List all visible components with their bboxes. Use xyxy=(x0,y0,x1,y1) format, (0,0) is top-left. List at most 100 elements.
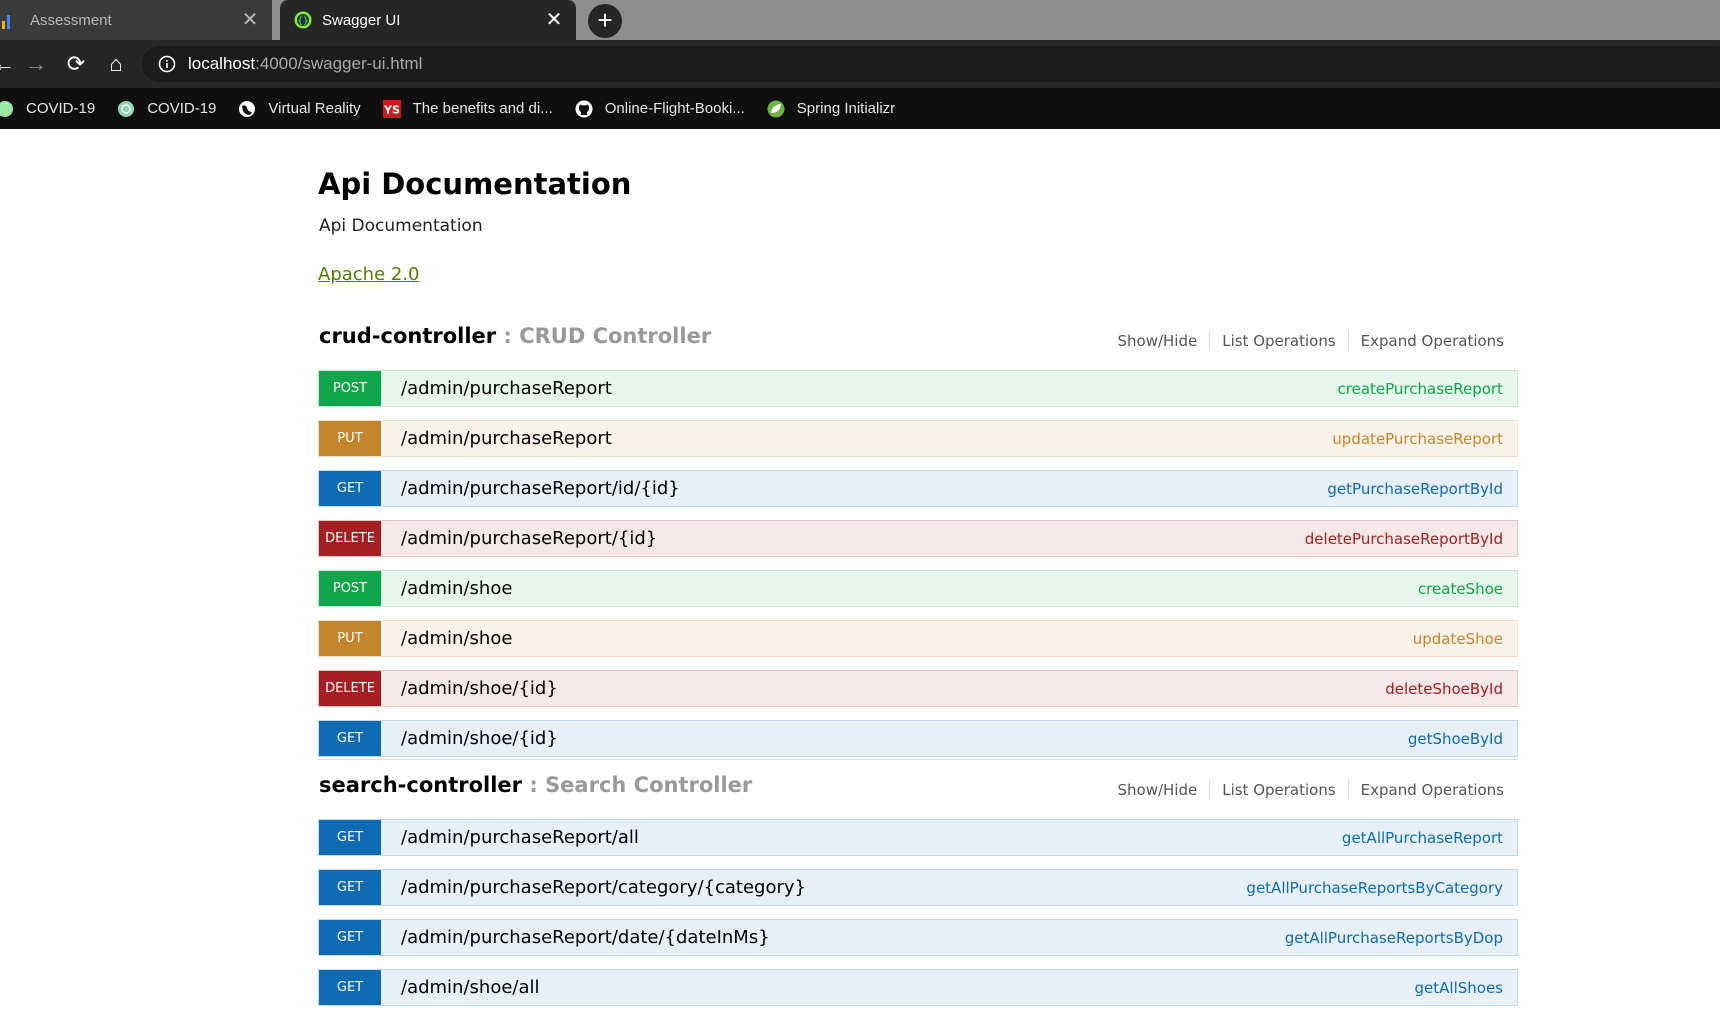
operation-path[interactable]: /admin/purchaseReport/id/{id} xyxy=(401,478,1327,499)
operation-path[interactable]: /admin/shoe xyxy=(401,628,1413,649)
operation-path[interactable]: /admin/shoe xyxy=(401,578,1418,599)
resource-description: CRUD Controller xyxy=(519,324,712,348)
method-badge: GET xyxy=(319,471,381,506)
operation-summary[interactable]: createPurchaseReport xyxy=(1338,380,1503,398)
resource-search-controller: search-controller : Search Controller Sh… xyxy=(318,769,1518,1019)
operation-row[interactable]: GET /admin/purchaseReport/id/{id} getPur… xyxy=(318,470,1518,507)
bookmark-label: COVID-19 xyxy=(147,100,217,117)
method-badge: POST xyxy=(319,571,381,606)
bookmark-spring-initializr[interactable]: Spring Initializr xyxy=(767,100,895,118)
operation-path[interactable]: /admin/shoe/{id} xyxy=(401,678,1385,699)
operation-summary[interactable]: getPurchaseReportById xyxy=(1327,480,1503,498)
tab-assessment[interactable]: Assessment ✕ xyxy=(0,0,272,40)
operation-path[interactable]: /admin/purchaseReport/{id} xyxy=(401,528,1305,549)
operation-summary[interactable]: deletePurchaseReportById xyxy=(1305,530,1503,548)
operation-row[interactable]: DELETE /admin/purchaseReport/{id} delete… xyxy=(318,520,1518,557)
forward-icon[interactable]: → xyxy=(24,52,48,76)
operation-path[interactable]: /admin/purchaseReport xyxy=(401,378,1338,399)
svg-text:YS: YS xyxy=(383,103,400,116)
show-hide-link[interactable]: Show/Hide xyxy=(1105,780,1211,800)
resource-links: Show/Hide List Operations Expand Operati… xyxy=(1105,331,1504,351)
operation-summary[interactable]: getAllPurchaseReportsByCategory xyxy=(1246,879,1503,897)
tab-title: Swagger UI xyxy=(322,11,401,29)
bar-chart-icon xyxy=(2,15,10,29)
operation-path[interactable]: /admin/purchaseReport xyxy=(401,428,1332,449)
url-path: :4000/swagger-ui.html xyxy=(255,54,423,73)
bookmark-label: Online-Flight-Booki... xyxy=(604,100,745,117)
operation-path[interactable]: /admin/purchaseReport/category/{category… xyxy=(401,877,1246,898)
tab-swagger-ui[interactable]: {} Swagger UI ✕ xyxy=(280,0,576,40)
operation-row[interactable]: GET /admin/shoe/{id} getShoeById xyxy=(318,720,1518,757)
url-text: localhost:4000/swagger-ui.html xyxy=(188,54,422,74)
operation-row[interactable]: GET /admin/purchaseReport/date/{dateInMs… xyxy=(318,919,1518,956)
back-icon[interactable]: ← xyxy=(0,52,16,76)
bookmark-covid-19-2[interactable]: COVID-19 xyxy=(117,100,216,118)
operation-row[interactable]: GET /admin/purchaseReport/category/{cate… xyxy=(318,869,1518,906)
close-tab-icon[interactable]: ✕ xyxy=(544,10,564,30)
show-hide-link[interactable]: Show/Hide xyxy=(1105,331,1211,351)
new-tab-button[interactable]: + xyxy=(588,4,622,38)
bookmark-label: COVID-19 xyxy=(26,100,96,117)
operation-row[interactable]: PUT /admin/shoe updateShoe xyxy=(318,620,1518,657)
covid-globe-icon xyxy=(118,100,135,117)
operation-path[interactable]: /admin/shoe/all xyxy=(401,977,1415,998)
spring-icon xyxy=(767,100,785,117)
method-badge: PUT xyxy=(319,421,381,456)
list-operations-link[interactable]: List Operations xyxy=(1210,780,1349,800)
operation-summary[interactable]: getAllShoes xyxy=(1415,979,1503,997)
operation-summary[interactable]: getAllPurchaseReport xyxy=(1342,829,1503,847)
operation-path[interactable]: /admin/purchaseReport/all xyxy=(401,827,1342,848)
method-badge: GET xyxy=(319,721,381,756)
bookmark-label: The benefits and di... xyxy=(412,100,553,117)
operation-summary[interactable]: getAllPurchaseReportsByDop xyxy=(1285,929,1503,947)
swagger-icon: {} xyxy=(294,11,312,29)
operation-row[interactable]: GET /admin/shoe/all getAllShoes xyxy=(318,969,1518,1006)
operation-row[interactable]: GET /admin/purchaseReport/all getAllPurc… xyxy=(318,819,1518,856)
svg-text:{}: {} xyxy=(297,17,308,27)
resource-separator: : xyxy=(496,324,520,348)
bookmarks-bar: COVID-19 COVID-19 Virtual Reality YS The… xyxy=(0,88,1720,129)
operation-path[interactable]: /admin/shoe/{id} xyxy=(401,728,1408,749)
resource-header: search-controller : Search Controller Sh… xyxy=(318,769,1518,819)
method-badge: GET xyxy=(319,920,381,955)
address-bar[interactable]: localhost:4000/swagger-ui.html xyxy=(142,46,1720,82)
home-icon[interactable]: ⌂ xyxy=(104,52,128,76)
bookmark-virtual-reality[interactable]: Virtual Reality xyxy=(238,100,361,118)
resource-crud-controller: crud-controller : CRUD Controller Show/H… xyxy=(318,320,1518,770)
resource-links: Show/Hide List Operations Expand Operati… xyxy=(1105,780,1504,800)
method-badge: GET xyxy=(319,820,381,855)
operation-summary[interactable]: deleteShoeById xyxy=(1385,680,1503,698)
bookmark-online-flight[interactable]: Online-Flight-Booki... xyxy=(575,100,745,118)
tab-title: Assessment xyxy=(30,11,112,29)
method-badge: GET xyxy=(319,970,381,1005)
close-tab-icon[interactable]: ✕ xyxy=(240,10,260,30)
method-badge: DELETE xyxy=(319,671,381,706)
operation-row[interactable]: DELETE /admin/shoe/{id} deleteShoeById xyxy=(318,670,1518,707)
reload-icon[interactable]: ⟳ xyxy=(64,52,88,76)
operation-row[interactable]: POST /admin/purchaseReport createPurchas… xyxy=(318,370,1518,407)
operation-summary[interactable]: updateShoe xyxy=(1413,630,1503,648)
bookmark-benefits[interactable]: YS The benefits and di... xyxy=(382,99,553,118)
bookmark-covid-19[interactable]: COVID-19 xyxy=(0,100,95,118)
list-operations-link[interactable]: List Operations xyxy=(1210,331,1349,351)
expand-operations-link[interactable]: Expand Operations xyxy=(1349,780,1504,800)
operation-summary[interactable]: getShoeById xyxy=(1408,730,1503,748)
resource-divider xyxy=(318,759,1518,760)
method-badge: PUT xyxy=(319,621,381,656)
page-description: Api Documentation xyxy=(319,216,483,236)
resource-name: crud-controller xyxy=(319,324,497,348)
expand-operations-link[interactable]: Expand Operations xyxy=(1349,331,1504,351)
operation-summary[interactable]: createShoe xyxy=(1418,580,1503,598)
operation-row[interactable]: PUT /admin/purchaseReport updatePurchase… xyxy=(318,420,1518,457)
license-link[interactable]: Apache 2.0 xyxy=(318,264,420,285)
info-icon[interactable] xyxy=(158,55,176,73)
method-badge: GET xyxy=(319,870,381,905)
operations-list: GET /admin/purchaseReport/all getAllPurc… xyxy=(318,819,1518,1006)
bookmark-label: Virtual Reality xyxy=(268,100,361,117)
resource-heading[interactable]: search-controller : Search Controller xyxy=(319,773,752,797)
resource-heading[interactable]: crud-controller : CRUD Controller xyxy=(319,324,711,348)
operation-row[interactable]: POST /admin/shoe createShoe xyxy=(318,570,1518,607)
resource-description: Search Controller xyxy=(545,773,753,797)
operation-path[interactable]: /admin/purchaseReport/date/{dateInMs} xyxy=(401,927,1285,948)
operation-summary[interactable]: updatePurchaseReport xyxy=(1332,430,1503,448)
